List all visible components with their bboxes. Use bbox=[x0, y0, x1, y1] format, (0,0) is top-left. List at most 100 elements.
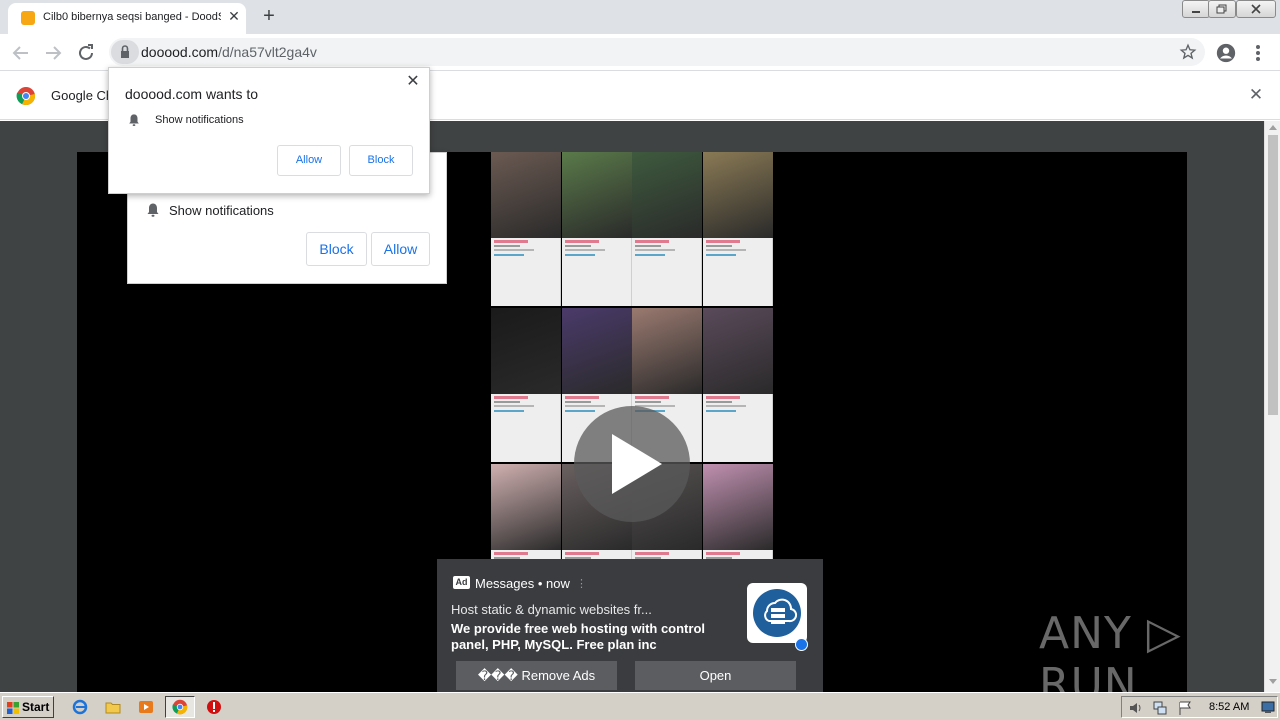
popup-close-icon[interactable]: ✕ bbox=[405, 74, 421, 90]
internet-explorer-icon[interactable] bbox=[72, 699, 88, 715]
reload-icon[interactable] bbox=[74, 41, 98, 65]
thumbnail-image bbox=[632, 152, 702, 238]
block-button[interactable]: Block bbox=[306, 232, 367, 266]
video-thumbnail bbox=[702, 152, 773, 306]
allow-button[interactable]: Allow bbox=[371, 232, 430, 266]
cloud-server-icon bbox=[753, 589, 801, 637]
thumbnail-info bbox=[632, 238, 702, 306]
thumbnail-text-line bbox=[564, 410, 595, 412]
thumbnail-text-line bbox=[564, 240, 599, 243]
thumbnail-text-line bbox=[635, 240, 669, 243]
tab-favicon-icon bbox=[21, 11, 35, 25]
remove-ads-button[interactable]: ��� Remove Ads bbox=[456, 661, 617, 690]
volume-icon[interactable] bbox=[1128, 700, 1144, 716]
scrollbar-thumb[interactable] bbox=[1268, 135, 1278, 415]
info-bar-close-icon[interactable]: ✕ bbox=[1247, 86, 1265, 104]
block-button[interactable]: Block bbox=[349, 145, 413, 176]
vertical-scrollbar[interactable] bbox=[1264, 121, 1280, 692]
thumbnail-text-line bbox=[564, 254, 595, 256]
info-bar-text: Google Ch bbox=[51, 88, 114, 103]
thumbnail-text-line bbox=[564, 396, 599, 399]
thumbnail-text-line bbox=[705, 552, 740, 555]
thumbnail-text-line bbox=[705, 396, 740, 399]
browser-toolbar: dooood.com/d/na57vlt2ga4v bbox=[0, 34, 1280, 71]
thumbnail-text-line bbox=[494, 254, 524, 256]
thumbnail-image bbox=[491, 464, 561, 550]
new-tab-button[interactable]: + bbox=[258, 6, 280, 28]
thumbnail-image bbox=[632, 308, 702, 394]
ad-badge: Ad bbox=[453, 576, 470, 589]
thumbnail-text-line bbox=[564, 249, 605, 251]
url-path: /d/na57vlt2ga4v bbox=[218, 44, 317, 60]
notification-permission-popup: dooood.com wants to ✕ Show notifications… bbox=[108, 67, 430, 194]
open-button[interactable]: Open bbox=[635, 661, 796, 690]
permission-label: Show notifications bbox=[155, 114, 244, 126]
network-icon[interactable] bbox=[1152, 700, 1168, 716]
profile-icon[interactable] bbox=[1215, 42, 1237, 64]
ad-notification[interactable]: Ad Messages • now ⋮ Host static & dynami… bbox=[437, 559, 823, 692]
allow-button[interactable]: Allow bbox=[277, 145, 341, 176]
stop-sign-icon[interactable] bbox=[206, 699, 222, 715]
chrome-logo-icon bbox=[16, 87, 36, 106]
ad-source: Messages • now bbox=[475, 576, 570, 591]
thumbnail-text-line bbox=[705, 401, 732, 403]
thumbnail-info bbox=[491, 238, 561, 306]
media-player-icon[interactable] bbox=[138, 699, 154, 715]
video-thumbnail bbox=[702, 308, 773, 462]
thumbnail-text-line bbox=[494, 410, 524, 412]
back-arrow-icon[interactable] bbox=[9, 41, 33, 65]
bell-icon bbox=[147, 203, 159, 217]
window-close-button[interactable] bbox=[1236, 0, 1276, 18]
kebab-menu-icon[interactable] bbox=[1250, 42, 1266, 64]
thumbnail-text-line bbox=[635, 401, 661, 403]
bookmark-star-icon[interactable] bbox=[1179, 43, 1197, 61]
thumbnail-text-line bbox=[564, 552, 599, 555]
start-label: Start bbox=[22, 700, 50, 714]
chrome-icon bbox=[172, 699, 188, 715]
ad-body: We provide free web hosting with control… bbox=[451, 621, 706, 652]
address-bar[interactable]: dooood.com/d/na57vlt2ga4v bbox=[109, 38, 1205, 66]
play-button[interactable] bbox=[574, 406, 690, 522]
thumbnail-image bbox=[491, 308, 561, 394]
forward-arrow-icon[interactable] bbox=[41, 41, 65, 65]
taskbar: Start 8:52 AM bbox=[0, 692, 1280, 720]
tab-close-icon[interactable]: ✕ bbox=[226, 8, 242, 24]
thumbnail-text-line bbox=[494, 396, 528, 399]
play-icon bbox=[612, 434, 662, 494]
tab-title: Cilb0 bibernya seqsi banged - DoodS bbox=[43, 11, 221, 23]
restore-button[interactable] bbox=[1208, 0, 1236, 18]
thumbnail-info bbox=[491, 394, 561, 462]
windows-logo-icon bbox=[7, 702, 19, 714]
thumbnail-text-line bbox=[494, 401, 520, 403]
more-options-icon[interactable]: ⋮ bbox=[576, 577, 587, 590]
thumbnail-text-line bbox=[705, 240, 740, 243]
taskbar-chrome-button[interactable] bbox=[165, 696, 195, 718]
thumbnail-text-line bbox=[635, 245, 661, 247]
folder-icon[interactable] bbox=[105, 699, 121, 715]
show-desktop-icon[interactable] bbox=[1261, 700, 1275, 714]
thumbnail-text-line bbox=[494, 249, 534, 251]
thumbnail-text-line bbox=[635, 254, 665, 256]
browser-tab[interactable]: Cilb0 bibernya seqsi banged - DoodS ✕ bbox=[8, 3, 246, 34]
thumbnail-text-line bbox=[705, 245, 732, 247]
flag-icon[interactable] bbox=[1177, 700, 1193, 716]
thumbnail-info bbox=[702, 394, 773, 462]
scroll-up-icon[interactable] bbox=[1269, 125, 1277, 130]
thumbnail-text-line bbox=[705, 254, 736, 256]
thumbnail-info bbox=[702, 238, 773, 306]
system-tray: 8:52 AM bbox=[1121, 696, 1278, 718]
thumbnail-text-line bbox=[635, 552, 669, 555]
ad-server-icon bbox=[747, 583, 807, 643]
video-thumbnail bbox=[491, 308, 561, 462]
start-button[interactable]: Start bbox=[2, 696, 54, 718]
thumbnail-text-line bbox=[564, 401, 591, 403]
bell-icon bbox=[129, 114, 139, 126]
video-thumbnail bbox=[561, 152, 632, 306]
thumbnail-text-line bbox=[494, 240, 528, 243]
site-info-button[interactable] bbox=[111, 40, 139, 64]
thumbnail-text-line bbox=[494, 245, 520, 247]
minimize-button[interactable] bbox=[1182, 0, 1210, 18]
thumbnail-image bbox=[491, 152, 561, 238]
server-icon bbox=[764, 598, 798, 624]
lock-icon bbox=[121, 45, 129, 58]
